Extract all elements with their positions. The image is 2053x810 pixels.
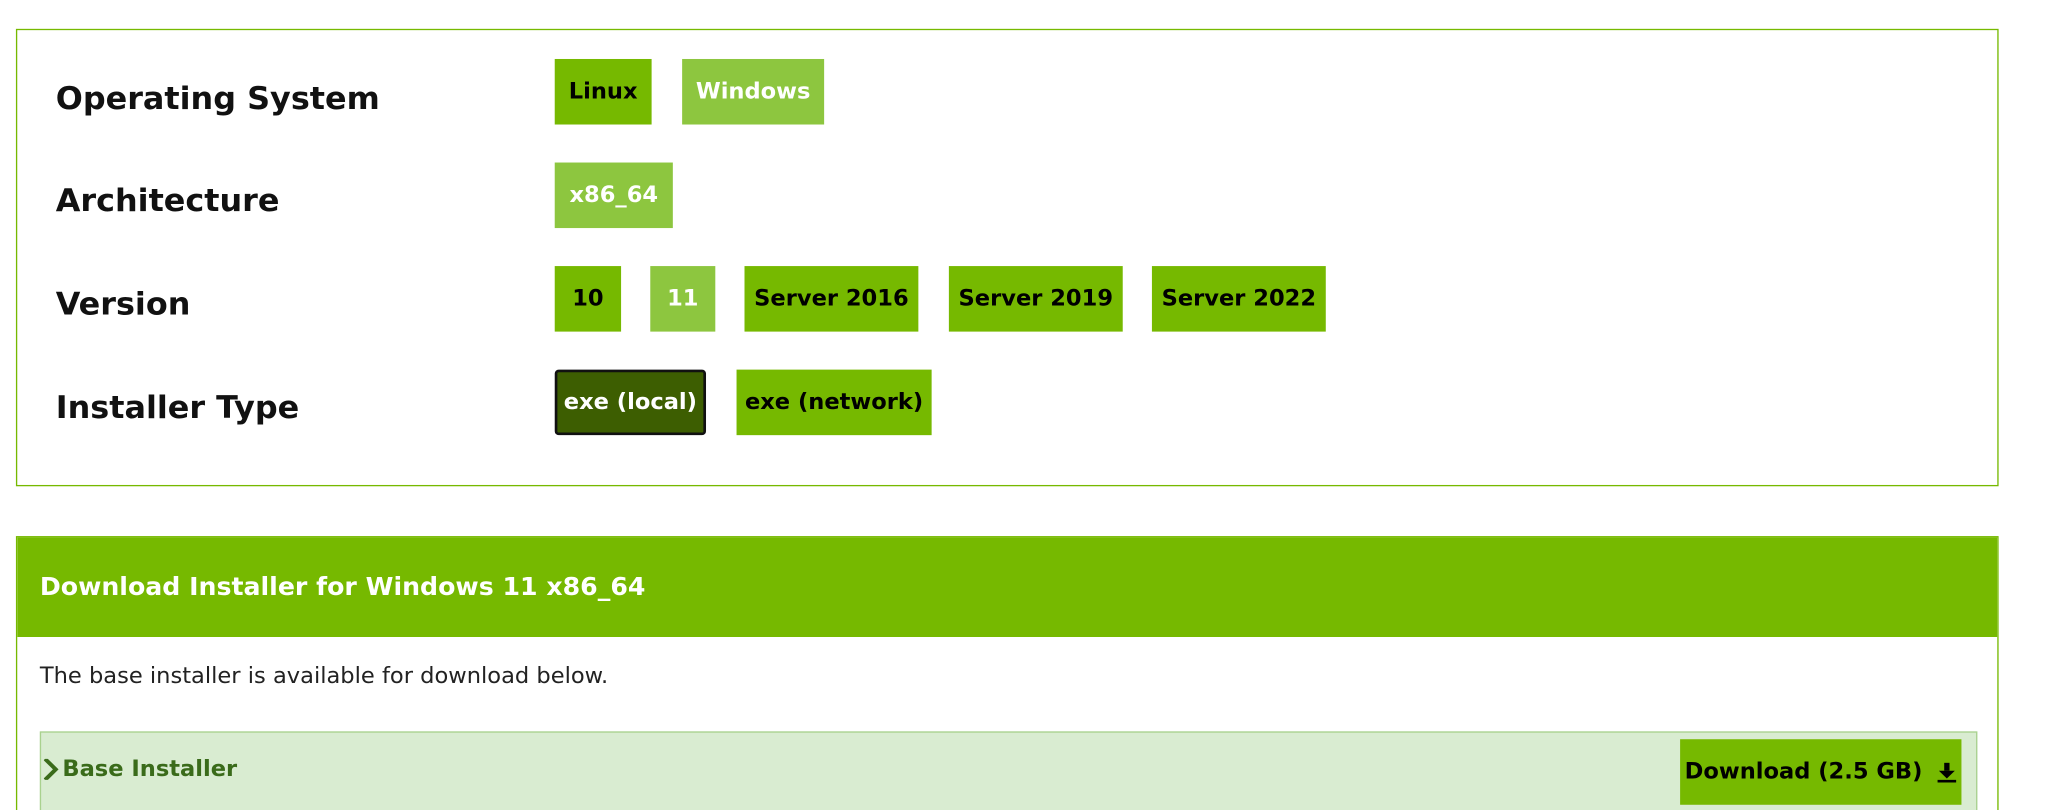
base-installer-row: Base Installer Download (2.5 GB) bbox=[39, 731, 1978, 810]
version-option-server-2022[interactable]: Server 2022 bbox=[1151, 266, 1326, 332]
version-option-10[interactable]: 10 bbox=[554, 266, 622, 332]
page: Operating System Architecture Version In… bbox=[0, 0, 2053, 810]
architecture-label: Architecture bbox=[55, 182, 280, 219]
version-option-server-2016[interactable]: Server 2016 bbox=[744, 266, 919, 332]
version-option-server-2019[interactable]: Server 2019 bbox=[948, 266, 1123, 332]
base-installer-toggle[interactable]: Base Installer bbox=[43, 756, 238, 783]
download-button[interactable]: Download (2.5 GB) bbox=[1680, 739, 1962, 805]
installer-type-label: Installer Type bbox=[55, 389, 300, 426]
chevron-right-icon bbox=[43, 758, 60, 780]
arch-option-x86-64[interactable]: x86_64 bbox=[554, 162, 673, 229]
base-installer-title: Base Installer bbox=[62, 756, 238, 783]
download-header: Download Installer for Windows 11 x86_64 bbox=[17, 537, 1998, 638]
installer-option-exe-network[interactable]: exe (network) bbox=[736, 369, 932, 436]
platform-selector: Operating System Architecture Version In… bbox=[15, 28, 1999, 487]
content: Operating System Architecture Version In… bbox=[0, 0, 2053, 810]
installer-option-exe-local[interactable]: exe (local) bbox=[554, 369, 707, 436]
download-icon bbox=[1936, 762, 1957, 783]
os-option-windows[interactable]: Windows bbox=[682, 58, 825, 125]
version-label: Version bbox=[55, 285, 191, 323]
operating-system-label: Operating System bbox=[55, 79, 380, 117]
download-button-label: Download (2.5 GB) bbox=[1684, 758, 1923, 786]
download-panel: Download Installer for Windows 11 x86_64… bbox=[15, 536, 1999, 810]
os-option-linux[interactable]: Linux bbox=[554, 58, 652, 125]
version-option-11[interactable]: 11 bbox=[650, 266, 716, 332]
download-description: The base installer is available for down… bbox=[39, 663, 609, 690]
